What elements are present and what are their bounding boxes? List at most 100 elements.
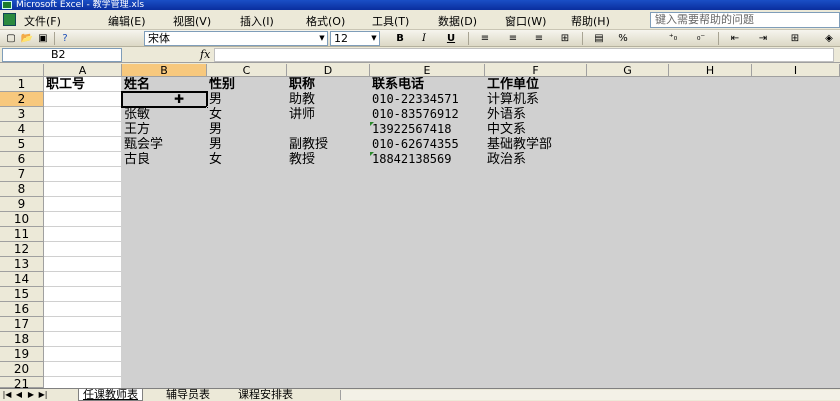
align-center-icon[interactable]: ≡ bbox=[506, 32, 520, 45]
row-header[interactable]: 2 bbox=[0, 92, 44, 107]
cell-f5[interactable]: 基础教学部 bbox=[485, 137, 587, 152]
cell-b2[interactable] bbox=[121, 91, 208, 108]
italic-button[interactable]: I bbox=[417, 32, 431, 45]
cell-f3[interactable]: 外语系 bbox=[485, 107, 587, 122]
row-header[interactable]: 10 bbox=[0, 212, 44, 227]
workbook-icon[interactable] bbox=[3, 13, 16, 26]
cell-b5[interactable]: 甄会学 bbox=[122, 137, 207, 152]
new-icon[interactable]: ▢ bbox=[4, 32, 18, 45]
row-header[interactable]: 20 bbox=[0, 362, 44, 377]
row-header[interactable]: 13 bbox=[0, 257, 44, 272]
increase-decimal-icon[interactable]: ⁺₀ bbox=[666, 32, 680, 45]
next-sheet-icon[interactable]: ▶ bbox=[26, 389, 36, 400]
formula-input[interactable] bbox=[214, 48, 834, 62]
cell-f4[interactable]: 中文系 bbox=[485, 122, 587, 137]
row-header[interactable]: 18 bbox=[0, 332, 44, 347]
cell-a1[interactable]: 职工号 bbox=[44, 77, 122, 92]
borders-icon[interactable]: ⊞ bbox=[788, 32, 802, 45]
prev-sheet-icon[interactable]: ◀ bbox=[14, 389, 24, 400]
row-header[interactable]: 17 bbox=[0, 317, 44, 332]
row-header[interactable]: 6 bbox=[0, 152, 44, 167]
align-right-icon[interactable]: ≡ bbox=[532, 32, 546, 45]
cell-f2[interactable]: 计算机系 bbox=[485, 92, 587, 107]
sheet-tab-schedule[interactable]: 课程安排表 bbox=[234, 389, 297, 401]
cell-b3[interactable]: 张敏 bbox=[122, 107, 207, 122]
cell-e6[interactable]: 18842138569 bbox=[370, 152, 485, 167]
row-header[interactable]: 12 bbox=[0, 242, 44, 257]
cell-b1[interactable]: 姓名 bbox=[122, 77, 207, 92]
row-header[interactable]: 1 bbox=[0, 77, 44, 92]
cell-d1[interactable]: 职称 bbox=[287, 77, 370, 92]
align-left-icon[interactable]: ≡ bbox=[478, 32, 492, 45]
open-icon[interactable]: 📂 bbox=[20, 32, 34, 45]
column-header-c[interactable]: C bbox=[207, 64, 287, 77]
row-header[interactable]: 11 bbox=[0, 227, 44, 242]
cell-c3[interactable]: 女 bbox=[207, 107, 287, 122]
insert-function-icon[interactable]: fx bbox=[200, 48, 210, 61]
column-header-b[interactable]: B bbox=[122, 64, 207, 77]
row-header[interactable]: 19 bbox=[0, 347, 44, 362]
bold-button[interactable]: B bbox=[393, 32, 407, 45]
cell-d6[interactable]: 教授 bbox=[287, 152, 370, 167]
horizontal-scrollbar[interactable] bbox=[340, 390, 840, 400]
column-header-h[interactable]: H bbox=[669, 64, 752, 77]
worksheet-grid[interactable]: A B C D E F G H I 1 2 3 4 5 6 7 8 9 10 1… bbox=[0, 64, 840, 388]
increase-indent-icon[interactable]: ⇥ bbox=[756, 32, 770, 45]
cell-c1[interactable]: 性别 bbox=[207, 77, 287, 92]
cell-d2[interactable]: 助教 bbox=[287, 92, 370, 107]
help-icon[interactable]: ? bbox=[58, 32, 72, 45]
row-header[interactable]: 3 bbox=[0, 107, 44, 122]
row-header[interactable]: 7 bbox=[0, 167, 44, 182]
cell-f6[interactable]: 政治系 bbox=[485, 152, 587, 167]
cell-e2[interactable]: 010-22334571 bbox=[370, 92, 485, 107]
currency-icon[interactable]: ▤ bbox=[592, 32, 606, 45]
menu-view[interactable]: 视图(V) bbox=[173, 13, 211, 29]
cell-e4[interactable]: 13922567418 bbox=[370, 122, 485, 137]
row-header[interactable]: 21 bbox=[0, 377, 44, 388]
column-header-a[interactable]: A bbox=[44, 64, 122, 77]
decrease-indent-icon[interactable]: ⇤ bbox=[728, 32, 742, 45]
percent-button[interactable]: % bbox=[616, 32, 630, 45]
last-sheet-icon[interactable]: ▶| bbox=[38, 389, 48, 400]
cell-d5[interactable]: 副教授 bbox=[287, 137, 370, 152]
first-sheet-icon[interactable]: |◀ bbox=[2, 389, 12, 400]
underline-button[interactable]: U bbox=[444, 32, 458, 45]
row-header[interactable]: 14 bbox=[0, 272, 44, 287]
cell-c5[interactable]: 男 bbox=[207, 137, 287, 152]
select-all-corner[interactable] bbox=[0, 64, 44, 77]
cell-f1[interactable]: 工作单位 bbox=[485, 77, 587, 92]
save-icon[interactable]: ▣ bbox=[36, 32, 50, 45]
row-header[interactable]: 5 bbox=[0, 137, 44, 152]
column-header-e[interactable]: E bbox=[370, 64, 485, 77]
cell-e5[interactable]: 010-62674355 bbox=[370, 137, 485, 152]
menu-edit[interactable]: 编辑(E) bbox=[108, 13, 146, 29]
decrease-decimal-icon[interactable]: ₀⁻ bbox=[694, 32, 708, 45]
menu-insert[interactable]: 插入(I) bbox=[240, 13, 274, 29]
help-search-input[interactable]: 键入需要帮助的问题 bbox=[650, 12, 840, 28]
font-name-select[interactable]: 宋体 ▼ bbox=[144, 31, 328, 46]
row-header[interactable]: 4 bbox=[0, 122, 44, 137]
name-box[interactable]: B2 bbox=[2, 48, 122, 62]
row-header[interactable]: 15 bbox=[0, 287, 44, 302]
cell-d4[interactable] bbox=[287, 122, 370, 137]
cell-b4[interactable]: 王方 bbox=[122, 122, 207, 137]
row-header[interactable]: 16 bbox=[0, 302, 44, 317]
menu-data[interactable]: 数据(D) bbox=[438, 13, 477, 29]
row-header[interactable]: 8 bbox=[0, 182, 44, 197]
column-header-g[interactable]: G bbox=[587, 64, 669, 77]
cell-e1[interactable]: 联系电话 bbox=[370, 77, 485, 92]
cell-e3[interactable]: 010-83576912 bbox=[370, 107, 485, 122]
column-header-i[interactable]: I bbox=[752, 64, 840, 77]
cell-d3[interactable]: 讲师 bbox=[287, 107, 370, 122]
menu-format[interactable]: 格式(O) bbox=[306, 13, 345, 29]
cell-c4[interactable]: 男 bbox=[207, 122, 287, 137]
column-header-d[interactable]: D bbox=[287, 64, 370, 77]
menu-file[interactable]: 文件(F) bbox=[24, 13, 61, 29]
cell-c2[interactable]: 男 bbox=[207, 92, 287, 107]
menu-help[interactable]: 帮助(H) bbox=[571, 13, 610, 29]
fill-color-icon[interactable]: ◈ bbox=[822, 32, 836, 45]
row-header[interactable]: 9 bbox=[0, 197, 44, 212]
column-header-f[interactable]: F bbox=[485, 64, 587, 77]
font-size-select[interactable]: 12 ▼ bbox=[330, 31, 380, 46]
menu-tools[interactable]: 工具(T) bbox=[372, 13, 409, 29]
